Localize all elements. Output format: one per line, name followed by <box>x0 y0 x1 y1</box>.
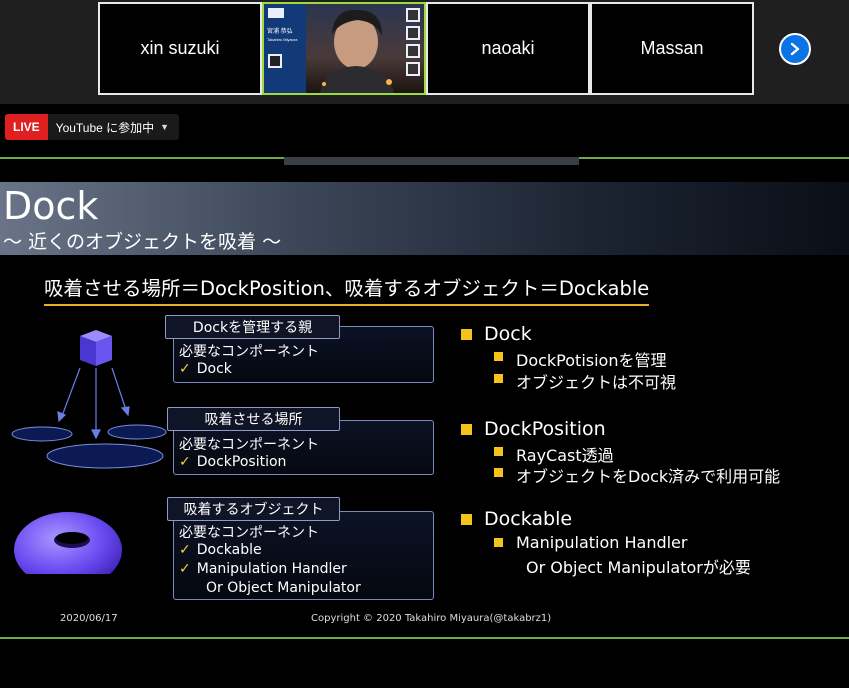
participant-name: xin suzuki <box>140 38 220 58</box>
bullet-title: Dockable <box>484 508 573 530</box>
participant-video-tile[interactable]: 宮浦 恭弘 Takahiro Miyaura <box>262 2 426 95</box>
speaker-video <box>264 4 424 93</box>
live-status-text: YouTube に参加中 <box>55 120 155 135</box>
slide-subtitle: 〜 近くのオブジェクトを吸着 〜 <box>3 231 282 253</box>
check-icon: ✓ <box>179 361 191 377</box>
slide-title: Dock <box>3 184 99 228</box>
slide-headline: 吸着させる場所＝DockPosition、吸着するオブジェクト＝Dockable <box>44 272 650 306</box>
slide-date: 2020/06/17 <box>60 613 118 624</box>
chevron-right-icon <box>790 42 800 56</box>
bullet-title: DockPosition <box>484 418 606 440</box>
bullet-sub: Or Object Manipulatorが必要 <box>526 558 751 577</box>
bullet-square-icon <box>494 447 503 456</box>
bullet-sub: DockPotisionを管理 <box>516 351 667 370</box>
box-line: ✓ Dock <box>179 361 232 377</box>
slide-bottom-border <box>0 637 849 639</box>
bullet-square-icon <box>461 514 472 525</box>
bullet-sub: オブジェクトは不可視 <box>516 373 677 392</box>
participant-strip: xin suzuki 宮浦 恭弘 Takahiro Miyaura naoaki… <box>0 0 849 104</box>
participant-name: Massan <box>640 38 704 58</box>
bullet-sub: Manipulation Handler <box>516 533 688 552</box>
cube-icon <box>80 330 112 366</box>
bullet-square-icon <box>494 468 503 477</box>
box-line: 必要なコンポーネント <box>179 344 319 360</box>
bullet-square-icon <box>494 538 503 547</box>
component-box-label: 吸着させる場所 <box>167 407 340 431</box>
caret-down-icon: ▼ <box>160 122 170 132</box>
bullet-title: Dock <box>484 323 532 345</box>
box-line: Or Object Manipulator <box>206 580 361 596</box>
participant-tile-massan[interactable]: Massan <box>590 2 754 95</box>
check-icon: ✓ <box>179 561 191 577</box>
speaker-name-en: Takahiro Miyaura <box>267 37 298 42</box>
check-icon: ✓ <box>179 542 191 558</box>
bullet-square-icon <box>461 329 472 340</box>
next-participants-button[interactable] <box>779 33 811 65</box>
participant-tile-xin-suzuki[interactable]: xin suzuki <box>98 2 262 95</box>
youtube-live-dropdown[interactable]: LIVE YouTube に参加中 ▼ <box>5 114 180 140</box>
box-line: ✓ DockPosition <box>179 454 287 470</box>
check-icon: ✓ <box>179 454 191 470</box>
participant-name: naoaki <box>481 38 535 58</box>
box-line: ✓ Manipulation Handler <box>179 561 347 577</box>
speaker-name-jp: 宮浦 恭弘 <box>267 29 293 35</box>
torus-icon <box>14 512 122 574</box>
box-line: ✓ Dockable <box>179 542 262 558</box>
bullet-square-icon <box>461 424 472 435</box>
bullet-sub: オブジェクトをDock済みで利用可能 <box>516 467 781 486</box>
component-box-label: Dockを管理する親 <box>165 315 340 339</box>
participant-tile-naoaki[interactable]: naoaki <box>426 2 590 95</box>
dock-diagram <box>11 330 167 574</box>
slide-copyright: Copyright © 2020 Takahiro Miyaura(@takab… <box>311 613 552 624</box>
box-line: 必要なコンポーネント <box>179 525 319 541</box>
bullet-square-icon <box>494 374 503 383</box>
box-line: 必要なコンポーネント <box>179 437 319 453</box>
live-badge: LIVE <box>5 114 48 140</box>
bullet-square-icon <box>494 352 503 361</box>
component-box-label: 吸着するオブジェクト <box>167 497 340 521</box>
screen-share-bar[interactable] <box>284 157 579 165</box>
